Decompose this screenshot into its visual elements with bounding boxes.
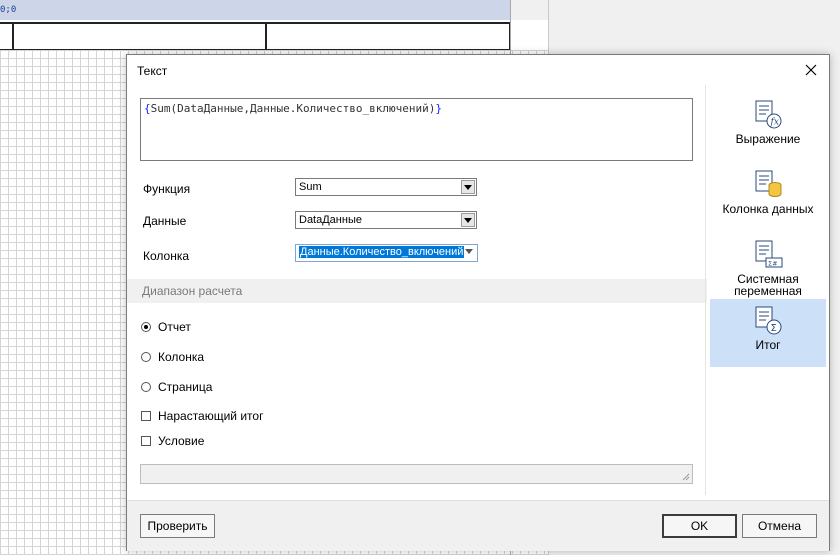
side-item-summary[interactable]: Σ Итог bbox=[710, 299, 826, 367]
function-select[interactable]: Sum bbox=[295, 178, 477, 196]
side-panel-separator bbox=[705, 85, 706, 495]
column-label: Колонка bbox=[143, 249, 190, 263]
chevron-down-icon[interactable] bbox=[461, 213, 475, 227]
expression-text: Sum(DataДанные,Данные.Количество_включен… bbox=[150, 102, 436, 115]
function-value: Sum bbox=[299, 181, 322, 193]
radio-label: Отчет bbox=[158, 320, 191, 334]
checkbox-label: Условие bbox=[158, 434, 205, 448]
radio-button[interactable] bbox=[141, 382, 151, 392]
svg-text:Σ#: Σ# bbox=[768, 260, 778, 268]
radio-label: Страница bbox=[158, 380, 213, 394]
chevron-down-icon[interactable] bbox=[465, 249, 473, 254]
data-label: Данные bbox=[143, 214, 187, 228]
radio-button[interactable] bbox=[141, 322, 151, 332]
chevron-down-icon[interactable] bbox=[461, 180, 475, 194]
cancel-button-label: Отмена bbox=[757, 519, 802, 533]
dialog-button-bar: Проверить OK Отмена bbox=[127, 500, 829, 551]
radio-report[interactable]: Отчет bbox=[141, 320, 191, 334]
text-dialog: Текст {Sum(DataДанные,Данные.Количество_… bbox=[126, 54, 830, 551]
side-item-label: Системная переменная bbox=[734, 272, 802, 298]
ok-button[interactable]: OK bbox=[662, 514, 737, 538]
data-select[interactable]: DataДанные bbox=[295, 211, 477, 229]
report-cell[interactable] bbox=[265, 22, 511, 51]
data-value: DataДанные bbox=[299, 214, 362, 226]
close-icon bbox=[805, 64, 817, 76]
check-button-label: Проверить bbox=[147, 519, 208, 533]
side-item-system-variable[interactable]: Σ# Системная переменная bbox=[710, 233, 826, 303]
report-cell[interactable] bbox=[12, 22, 268, 51]
dialog-title: Текст bbox=[137, 64, 168, 78]
expression-icon: fx bbox=[755, 100, 782, 129]
system-variable-icon: Σ# bbox=[755, 240, 783, 268]
expression-editor[interactable]: {Sum(DataДанные,Данные.Количество_включе… bbox=[140, 98, 693, 161]
column-value: Данные.Количество_включений bbox=[299, 246, 465, 258]
side-item-data-column[interactable]: Колонка данных bbox=[710, 163, 826, 231]
radio-page[interactable]: Страница bbox=[141, 380, 212, 394]
designer-ruler: 0;0 bbox=[0, 0, 510, 21]
condition-checkbox[interactable]: Условие bbox=[141, 434, 204, 448]
svg-text:fx: fx bbox=[770, 118, 779, 128]
side-item-label: Выражение bbox=[735, 132, 801, 146]
expression-close-brace: } bbox=[435, 102, 443, 115]
close-button[interactable] bbox=[801, 60, 821, 80]
ruler-text: 0;0 bbox=[0, 5, 17, 15]
side-item-label: Итог bbox=[755, 338, 781, 352]
cancel-button[interactable]: Отмена bbox=[742, 514, 817, 538]
range-section-title: Диапазон расчета bbox=[142, 284, 243, 298]
function-label: Функция bbox=[143, 182, 191, 196]
column-select[interactable]: Данные.Количество_включений bbox=[295, 244, 478, 262]
range-section-header: Диапазон расчета bbox=[127, 279, 707, 303]
summary-icon: Σ bbox=[755, 306, 782, 335]
running-total-checkbox[interactable]: Нарастающий итог bbox=[141, 409, 263, 423]
expression-open-brace: { bbox=[144, 102, 151, 115]
radio-column[interactable]: Колонка bbox=[141, 350, 204, 364]
data-column-icon bbox=[755, 170, 782, 197]
resize-grip-icon[interactable] bbox=[682, 473, 690, 481]
radio-label: Колонка bbox=[158, 350, 205, 364]
condition-input[interactable] bbox=[140, 464, 693, 484]
check-button[interactable]: Проверить bbox=[140, 514, 215, 538]
side-item-label: Колонка данных bbox=[722, 202, 814, 216]
checkbox[interactable] bbox=[141, 411, 151, 421]
checkbox-label: Нарастающий итог bbox=[158, 409, 264, 423]
radio-button[interactable] bbox=[141, 352, 151, 362]
side-item-expression[interactable]: fx Выражение bbox=[710, 93, 826, 161]
checkbox[interactable] bbox=[141, 436, 151, 446]
ok-button-label: OK bbox=[690, 519, 709, 533]
svg-text:Σ: Σ bbox=[771, 323, 777, 334]
